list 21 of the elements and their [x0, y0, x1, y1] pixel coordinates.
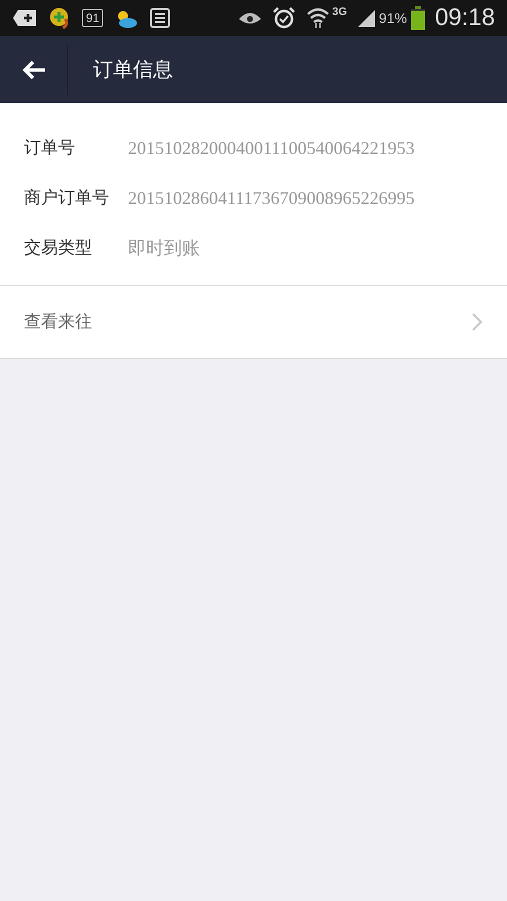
clock: 09:18: [434, 3, 495, 33]
detail-label: 商户订单号: [24, 187, 110, 210]
chevron-right-icon: [471, 312, 483, 332]
network-type: 3G: [332, 5, 347, 20]
detail-label: 订单号: [24, 137, 76, 160]
history-link-row[interactable]: 查看来往: [0, 286, 507, 359]
wifi-icon: [306, 7, 330, 29]
battery-icon: [410, 6, 425, 30]
tag-plus-icon: [12, 9, 38, 27]
signal-icon: [356, 8, 377, 28]
detail-value: 20151028200040011100540064221953: [128, 136, 415, 160]
news-icon: [149, 7, 172, 29]
alarm-clock-icon: [272, 6, 296, 30]
eye-icon: [238, 10, 262, 26]
page-title: 订单信息: [93, 58, 173, 82]
detail-label: 交易类型: [24, 237, 93, 260]
battery-percent: 91%: [378, 8, 407, 28]
back-arrow-icon: [20, 58, 46, 80]
notification-badge: 91: [82, 9, 104, 27]
detail-value: 20151028604111736709008965226995: [128, 186, 415, 210]
detail-value: 即时到账: [128, 236, 200, 260]
